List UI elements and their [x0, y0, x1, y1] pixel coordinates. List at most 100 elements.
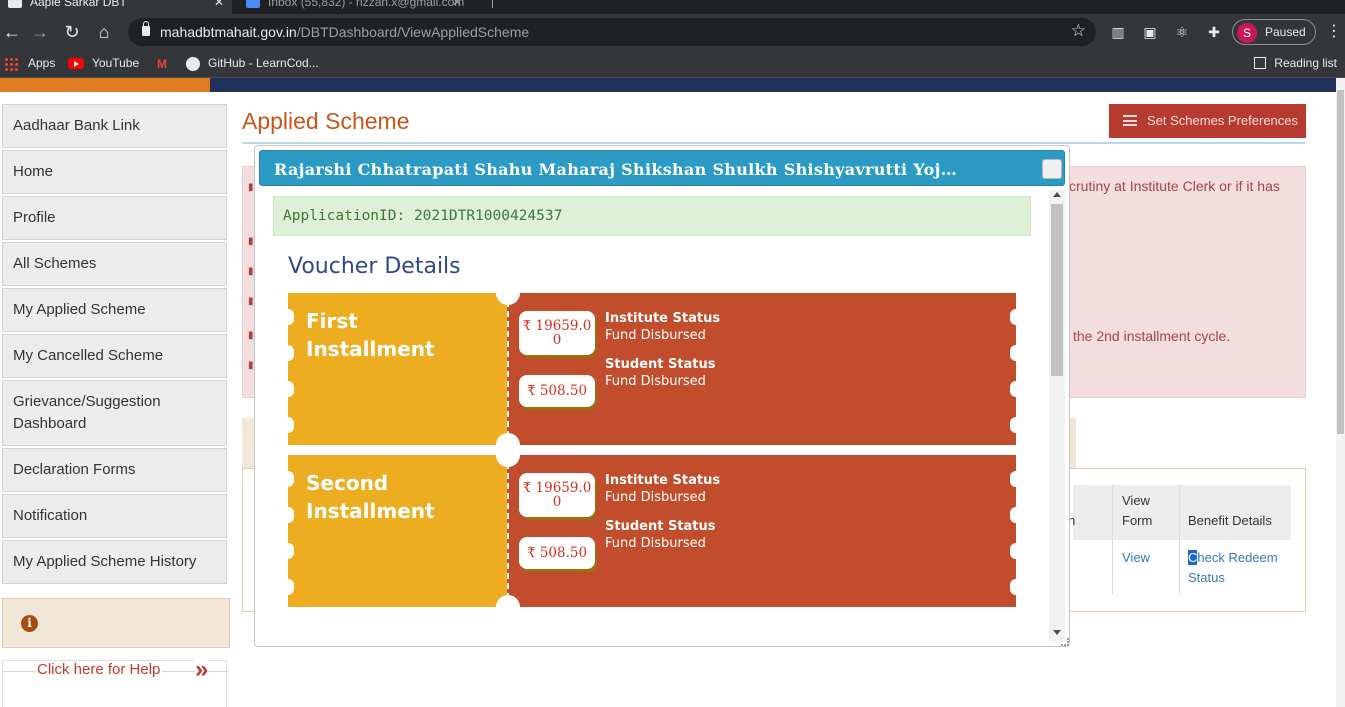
voucher-scallop	[1010, 309, 1016, 325]
sidebar-item-aadhaar-bank-link[interactable]: Aadhaar Bank Link	[2, 104, 227, 148]
bookmark-youtube[interactable]: YouTube	[68, 56, 139, 70]
table-header-view-form: View Form	[1122, 493, 1153, 528]
extension-chart-icon[interactable]: ▥	[1110, 24, 1126, 40]
alert-bullet-icon: ▮	[248, 296, 254, 307]
bookmark-apps[interactable]: Apps	[4, 56, 55, 71]
page-scrollbar[interactable]	[1336, 78, 1345, 707]
alert-bullet-icon: ▮	[248, 182, 254, 193]
gmail-favicon-icon	[246, 0, 260, 8]
voucher-details-heading: Voucher Details	[288, 254, 461, 279]
new-tab-button[interactable]	[480, 0, 496, 14]
sidebar-item-home[interactable]: Home	[2, 150, 227, 194]
tab-title: Inbox (55,832) - rizzan.x@gmail.com	[268, 0, 465, 9]
info-box: i	[2, 598, 230, 648]
extensions-puzzle-icon[interactable]: ✚	[1206, 24, 1222, 40]
site-header-strip	[0, 78, 1345, 92]
info-icon: i	[21, 615, 38, 632]
institute-status-label: Institute Status	[605, 473, 721, 488]
student-status-value: Fund Disbursed	[605, 374, 706, 389]
sidebar-item-declaration-forms[interactable]: Declaration Forms	[2, 448, 227, 492]
voucher-scallop	[1010, 579, 1016, 595]
voucher-card: First Installment ₹ 19659.0 0 ₹ 508.50 Ins…	[288, 293, 1016, 445]
student-amount-badge: ₹ 508.50	[519, 537, 595, 569]
lock-icon	[142, 21, 150, 36]
voucher-scallop	[1010, 471, 1016, 487]
list-icon	[1123, 115, 1137, 126]
voucher-scallop	[1010, 345, 1016, 361]
divider	[242, 142, 1305, 144]
bookmark-gmail[interactable]: M	[154, 56, 178, 71]
institute-status-label: Institute Status	[605, 311, 721, 326]
institute-amount-badge: ₹ 19659.0 0	[519, 473, 595, 517]
scrollbar-thumb[interactable]	[1051, 204, 1063, 376]
home-icon[interactable]: ⌂	[92, 20, 116, 44]
resize-grip-icon[interactable]	[1061, 638, 1069, 646]
apps-grid-icon	[4, 56, 20, 71]
application-id: ApplicationID: 2021DTR1000424537	[273, 196, 1031, 236]
sidebar-item-my-cancelled-scheme[interactable]: My Cancelled Scheme	[2, 334, 227, 378]
voucher-scallop	[1010, 417, 1016, 433]
extension-screen-icon[interactable]: ▣	[1142, 24, 1158, 40]
close-button[interactable]	[1042, 159, 1062, 179]
menu-kebab-icon[interactable]: ⋮	[1326, 24, 1342, 40]
scroll-up-icon[interactable]	[1053, 192, 1061, 197]
student-status-label: Student Status	[605, 519, 716, 534]
alert-bullet-icon: ▮	[248, 236, 254, 247]
voucher-perforation	[507, 301, 509, 437]
tab-inbox[interactable]: Inbox (55,832) - rizzan.x@gmail.com ✕	[238, 0, 470, 14]
institute-amount-badge: ₹ 19659.0 0	[519, 311, 595, 355]
bookmark-star-icon[interactable]: ☆	[1071, 21, 1086, 41]
tab-close-icon[interactable]: ✕	[452, 0, 462, 8]
url-text: mahadbtmahait.gov.in/DBTDashboard/ViewAp…	[160, 24, 530, 40]
student-amount-badge: ₹ 508.50	[519, 375, 595, 407]
sidebar-item-notification[interactable]: Notification	[2, 494, 227, 538]
reload-icon[interactable]: ↻	[60, 20, 84, 44]
help-link[interactable]: Click here for Help	[35, 661, 163, 678]
github-icon	[186, 56, 200, 71]
youtube-icon	[68, 58, 84, 70]
dialog-scrollbar[interactable]	[1049, 190, 1065, 642]
alert-bullet-icon: ▮	[248, 330, 254, 341]
bookmark-github[interactable]: GitHub - LearnCod...	[186, 56, 319, 71]
back-arrow-icon[interactable]: ←	[0, 20, 24, 44]
institute-status-value: Fund Disbursed	[605, 328, 706, 343]
address-bar[interactable]: mahadbtmahait.gov.in/DBTDashboard/ViewAp…	[128, 18, 1096, 46]
student-status-label: Student Status	[605, 357, 716, 372]
divider	[1112, 485, 1113, 595]
tab-close-icon[interactable]: ✕	[214, 0, 224, 8]
sidebar-item-my-applied-scheme[interactable]: My Applied Scheme	[2, 288, 227, 332]
dialog-body: ApplicationID: 2021DTR1000424537 Voucher…	[259, 188, 1049, 644]
tab-active[interactable]: Aaple Sarkar DBT ✕	[0, 0, 232, 14]
tab-title: Aaple Sarkar DBT	[30, 0, 127, 9]
scroll-down-icon[interactable]	[1053, 630, 1061, 635]
sidebar-item-all-schemes[interactable]: All Schemes	[2, 242, 227, 286]
reading-list-button[interactable]: Reading list	[1254, 56, 1337, 70]
profile-button[interactable]: S Paused	[1232, 19, 1316, 45]
extension-react-icon[interactable]: ⚛	[1174, 24, 1190, 40]
voucher-scallop	[1010, 507, 1016, 523]
sidebar-item-profile[interactable]: Profile	[2, 196, 227, 240]
reading-list-icon	[1254, 57, 1267, 69]
sidebar-item-applied-scheme-history[interactable]: My Applied Scheme History	[2, 540, 227, 584]
sidebar-item-grievance[interactable]: Grievance/Suggestion Dashboard	[2, 380, 227, 446]
bookmarks-bar: Apps YouTube M GitHub - LearnCod... Read…	[0, 50, 1345, 78]
alert-bullet-icon: ▮	[248, 360, 254, 371]
institute-status-value: Fund Disbursed	[605, 490, 706, 505]
student-status-value: Fund Disbursed	[605, 536, 706, 551]
installment-title: First Installment	[306, 309, 435, 361]
check-redeem-status-link[interactable]: Check Redeem Status	[1188, 548, 1284, 588]
set-schemes-preferences-button[interactable]: Set Schemes Preferences	[1109, 104, 1306, 138]
voucher-scallop	[1010, 381, 1016, 397]
voucher-scallop	[1010, 543, 1016, 559]
tab-favicon-icon	[8, 0, 22, 8]
scrollbar-thumb[interactable]	[1337, 90, 1344, 434]
forward-arrow-icon[interactable]: →	[28, 20, 52, 44]
voucher-perforation	[507, 463, 509, 599]
profile-status: Paused	[1265, 25, 1306, 39]
alert-text: crutiny at Institute Clerk or if it has	[1069, 178, 1280, 194]
help-link-box[interactable]: Click here for Help »	[2, 657, 228, 707]
chevron-double-right-icon[interactable]: »	[195, 657, 209, 683]
dialog-title: Rajarshi Chhatrapati Shahu Maharaj Shiks…	[274, 160, 964, 179]
view-form-link[interactable]: View	[1122, 548, 1150, 568]
alert-text: the 2nd installment cycle.	[1073, 328, 1231, 344]
